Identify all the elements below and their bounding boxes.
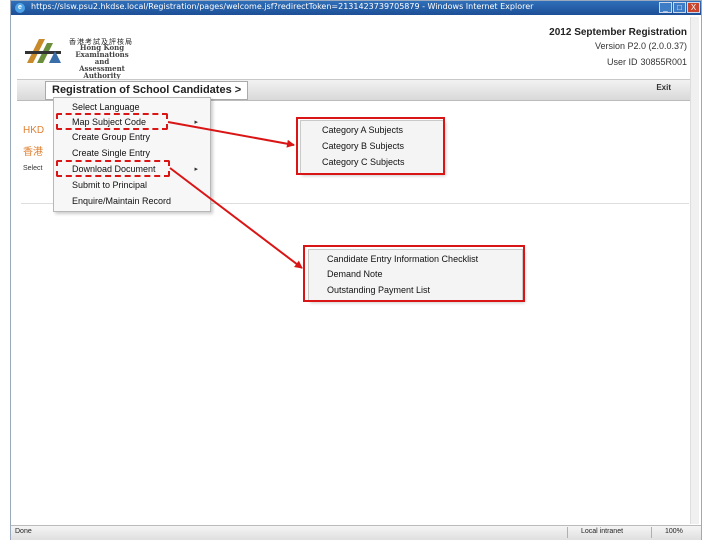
submenu-arrow-icon: ▸ [194, 166, 198, 173]
logo-line: Assessment Authority [79, 64, 125, 80]
status-text: Done [15, 528, 32, 535]
menu-item-create-group-entry[interactable]: Create Group Entry [72, 130, 204, 145]
status-divider [651, 527, 652, 538]
menu-item-label: Enquire/Maintain Record [72, 196, 172, 206]
chinese-label: 香港 [23, 147, 43, 158]
submenu-arrow-icon: ▸ [194, 119, 198, 126]
exit-link[interactable]: Exit [656, 83, 671, 92]
hkeaa-logo-icon [25, 39, 61, 63]
user-id-value: 30855R001 [640, 57, 687, 67]
minimize-button[interactable]: _ [659, 2, 672, 13]
page-header: 香港考試及評核局 Hong Kong Examinations and Asse… [17, 17, 691, 79]
user-id-label: User ID [607, 57, 638, 67]
menu-item-enquire-maintain-record[interactable]: Enquire/Maintain Record [72, 194, 204, 209]
registration-title: 2012 September Registration [549, 27, 687, 38]
version-text: Version P2.0 (2.0.0.37) [594, 41, 687, 51]
logo-line: Examinations and [75, 50, 129, 66]
menu-item-create-single-entry[interactable]: Create Single Entry [72, 146, 204, 161]
download-document-highlight [56, 160, 170, 177]
submenu-highlight-frame [303, 245, 525, 302]
title-bar: e https://slsw.psu2.hkdse.local/Registra… [11, 1, 701, 15]
window-title: https://slsw.psu2.hkdse.local/Registrati… [31, 2, 534, 11]
menu-item-label: Submit to Principal [72, 180, 148, 190]
slide: e https://slsw.psu2.hkdse.local/Registra… [0, 0, 720, 540]
menu-item-submit-to-principal[interactable]: Submit to Principal [72, 178, 204, 193]
maximize-button[interactable]: □ [673, 2, 686, 13]
zone-text: Local intranet [581, 528, 624, 535]
status-bar: Done Local intranet 100% [11, 525, 701, 540]
zoom-level[interactable]: 100% [665, 528, 683, 535]
menu-item-label: Create Single Entry [72, 148, 151, 158]
hkd-label: HKD [23, 125, 45, 136]
menu-item-label: Select Language [72, 102, 140, 112]
map-subject-code-highlight [56, 113, 168, 130]
logo-english-name: Hong Kong Examinations and Assessment Au… [67, 44, 137, 79]
ie-icon: e [15, 3, 25, 13]
close-button[interactable]: X [687, 2, 700, 13]
submenu-highlight-frame [296, 117, 445, 175]
status-divider [567, 527, 568, 538]
select-label: Select [23, 165, 43, 172]
menu-item-label: Create Group Entry [72, 132, 151, 142]
vertical-scrollbar[interactable] [690, 17, 699, 524]
